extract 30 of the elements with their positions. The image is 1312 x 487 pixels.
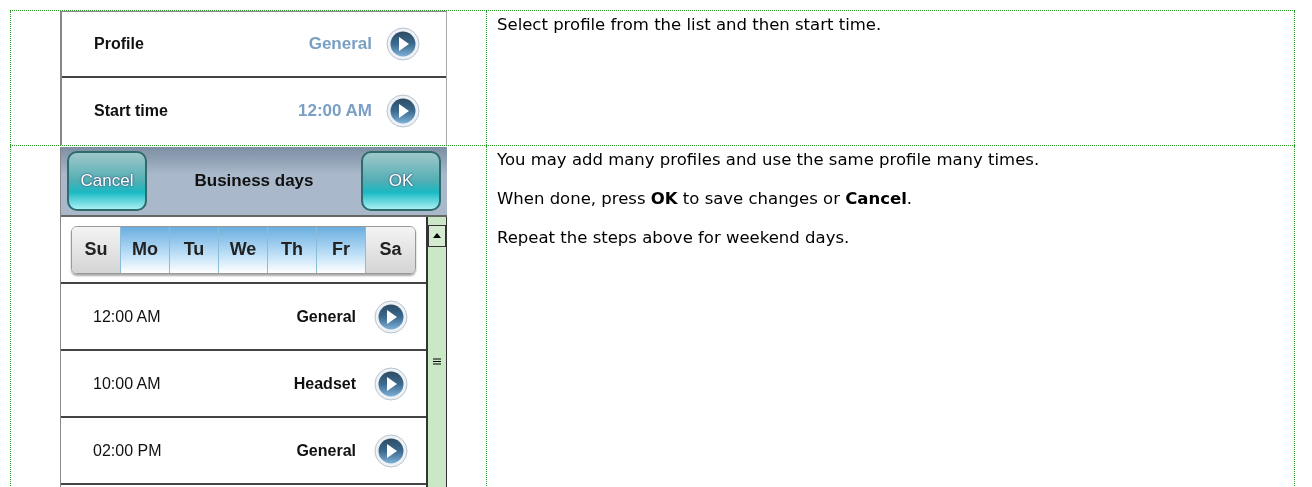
entry-time: 12:00 AM xyxy=(93,307,162,326)
entry-time: 02:00 PM xyxy=(93,441,163,460)
arrow-button-icon[interactable] xyxy=(374,366,408,401)
arrow-button-icon[interactable] xyxy=(374,299,408,334)
setting-value: General xyxy=(308,34,372,54)
day-toggle[interactable]: Su xyxy=(72,226,121,273)
header-title: Business days xyxy=(194,171,314,191)
instruction-text: Repeat the steps above for weekend days. xyxy=(497,228,851,248)
scrollbar[interactable] xyxy=(428,217,447,487)
day-toggle[interactable]: Tu xyxy=(170,226,219,273)
instruction-text: You may add many profiles and use the same profile many times. xyxy=(497,150,1041,170)
instruction-text: When done, press OK to save changes or Cancel. xyxy=(497,189,914,209)
scroll-grip-icon[interactable] xyxy=(433,358,441,365)
setting-value: 12:00 AM xyxy=(298,101,372,121)
entry-profile: General xyxy=(296,307,356,326)
arrow-button-icon[interactable] xyxy=(386,27,420,61)
entry-profile: General xyxy=(296,441,356,460)
entry-profile: Headset xyxy=(293,374,356,393)
instruction-text: Select profile from the list and then start time. xyxy=(497,15,883,35)
day-toggle[interactable]: Th xyxy=(268,226,317,273)
scroll-up-icon[interactable] xyxy=(428,225,446,247)
entry-time: 10:00 AM xyxy=(93,374,162,393)
setting-label: Profile xyxy=(94,35,145,53)
day-toggle[interactable]: We xyxy=(219,226,268,273)
arrow-button-icon[interactable] xyxy=(374,433,408,468)
arrow-button-icon[interactable] xyxy=(386,94,420,128)
day-toggle[interactable]: Fr xyxy=(317,226,366,273)
day-toggle[interactable]: Sa xyxy=(366,226,415,273)
setting-label: Start time xyxy=(94,102,169,120)
day-toggle[interactable]: Mo xyxy=(121,226,170,273)
